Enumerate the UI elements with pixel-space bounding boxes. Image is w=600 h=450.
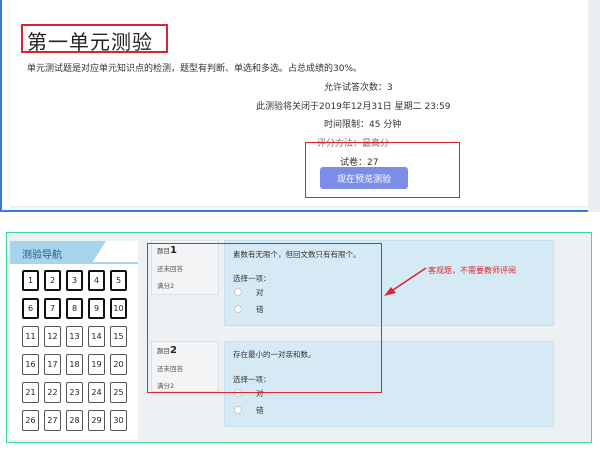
nav-button-18[interactable]: 18 [66, 354, 83, 375]
attempts-allowed: 允许试答次数：3 [324, 83, 393, 93]
nav-title: 测验导航 [22, 250, 62, 261]
nav-button-21[interactable]: 21 [22, 382, 39, 403]
nav-header-underline [10, 262, 138, 264]
close-time: 此测验将关闭于2019年12月31日 星期二 23:59 [256, 102, 451, 112]
nav-button-8[interactable]: 8 [66, 298, 83, 319]
nav-button-20[interactable]: 20 [110, 354, 127, 375]
nav-button-22[interactable]: 22 [44, 382, 61, 403]
radio-false-2[interactable] [234, 406, 242, 414]
nav-button-27[interactable]: 27 [44, 410, 61, 431]
quiz-description: 单元测试题是对应单元知识点的检测，题型有判断、单选和多选。占总成绩的30%。 [27, 64, 363, 74]
nav-button-14[interactable]: 14 [88, 326, 105, 347]
nav-button-10[interactable]: 10 [110, 298, 127, 319]
nav-button-19[interactable]: 19 [88, 354, 105, 375]
nav-button-13[interactable]: 13 [66, 326, 83, 347]
nav-button-28[interactable]: 28 [66, 410, 83, 431]
nav-button-24[interactable]: 24 [88, 382, 105, 403]
annotation-text: 客观题，不需要教师评阅 [428, 266, 516, 275]
nav-button-9[interactable]: 9 [88, 298, 105, 319]
nav-button-5[interactable]: 5 [110, 270, 127, 291]
nav-button-29[interactable]: 29 [88, 410, 105, 431]
nav-button-11[interactable]: 11 [22, 326, 39, 347]
nav-button-7[interactable]: 7 [44, 298, 61, 319]
option-false-label-2: 错 [256, 406, 264, 415]
annotation-arrow-icon [384, 267, 427, 296]
nav-button-6[interactable]: 6 [22, 298, 39, 319]
time-limit: 时间限制：45 分钟 [324, 120, 402, 130]
nav-button-17[interactable]: 17 [44, 354, 61, 375]
title-highlight-box [21, 24, 168, 53]
bottom-border-line [0, 210, 600, 212]
nav-button-16[interactable]: 16 [22, 354, 39, 375]
nav-button-2[interactable]: 2 [44, 270, 61, 291]
nav-button-12[interactable]: 12 [44, 326, 61, 347]
left-border-line [0, 0, 2, 212]
nav-button-23[interactable]: 23 [66, 382, 83, 403]
questions-highlight-box [147, 243, 382, 393]
nav-button-30[interactable]: 30 [110, 410, 127, 431]
info-highlight-box [305, 142, 460, 198]
right-edge-strip [588, 0, 600, 212]
nav-button-15[interactable]: 15 [110, 326, 127, 347]
quiz-summary-panel: 第一单元测验 单元测试题是对应单元知识点的检测，题型有判断、单选和多选。占总成绩… [0, 0, 600, 212]
nav-button-4[interactable]: 4 [88, 270, 105, 291]
nav-header-tab [92, 241, 106, 263]
nav-button-25[interactable]: 25 [110, 382, 127, 403]
nav-button-1[interactable]: 1 [22, 270, 39, 291]
nav-button-26[interactable]: 26 [22, 410, 39, 431]
nav-button-3[interactable]: 3 [66, 270, 83, 291]
